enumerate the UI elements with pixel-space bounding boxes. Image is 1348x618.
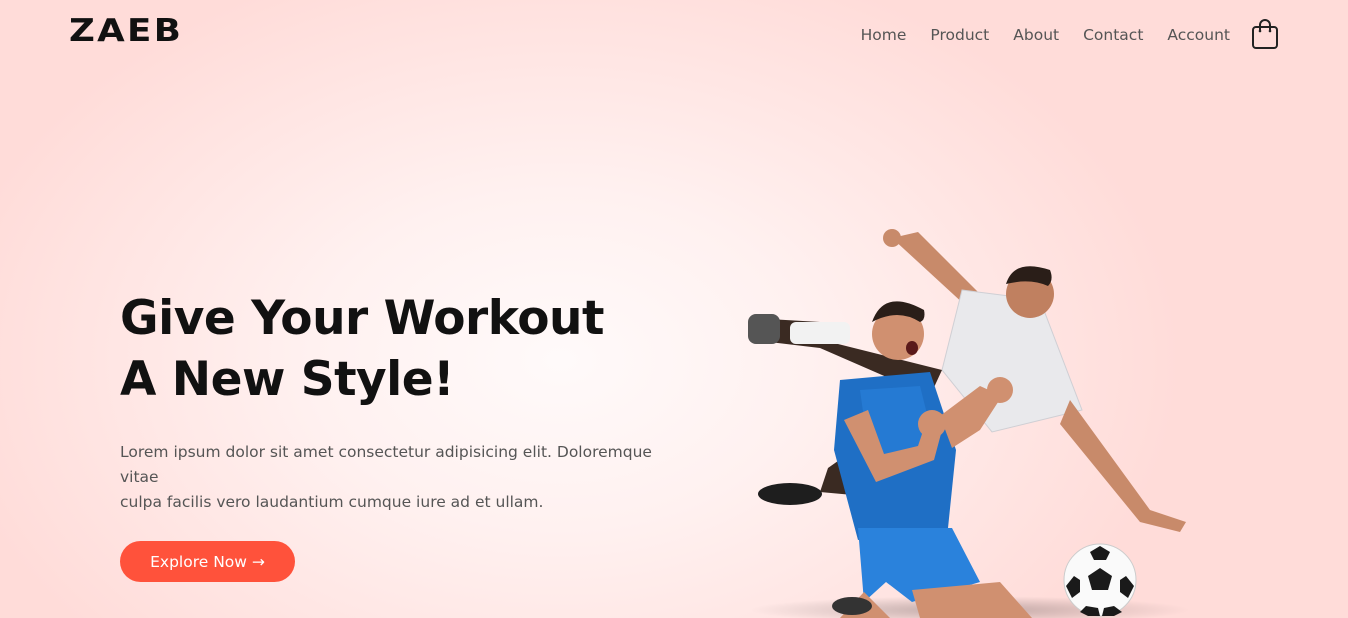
hero-title: Give Your Workout A New Style! (120, 288, 680, 410)
nav-menu: Home Product About Contact Account (861, 26, 1230, 44)
hero-title-line1: Give Your Workout (120, 291, 604, 346)
shopping-bag-icon[interactable] (1251, 18, 1279, 50)
nav-link-contact[interactable]: Contact (1083, 26, 1143, 44)
soccer-ball-icon (1063, 543, 1137, 617)
player-white (748, 229, 1186, 532)
hero-text: Give Your Workout A New Style! Lorem ips… (120, 288, 680, 515)
logo[interactable]: ZAEB (69, 13, 183, 49)
nav-link-product[interactable]: Product (930, 26, 989, 44)
nav-link-about[interactable]: About (1013, 26, 1059, 44)
explore-now-button[interactable]: Explore Now → (120, 541, 295, 582)
nav-link-account[interactable]: Account (1167, 26, 1230, 44)
nav-link-home[interactable]: Home (861, 26, 907, 44)
hero-desc-line2: culpa facilis vero laudantium cumque iur… (120, 493, 544, 511)
hero-desc-line1: Lorem ipsum dolor sit amet consectetur a… (120, 443, 652, 486)
hero-title-line2: A New Style! (120, 352, 455, 407)
soccer-players-image (748, 229, 1190, 618)
hero-description: Lorem ipsum dolor sit amet consectetur a… (120, 440, 680, 515)
navbar: ZAEB Home Product About Contact Account (0, 0, 1348, 75)
